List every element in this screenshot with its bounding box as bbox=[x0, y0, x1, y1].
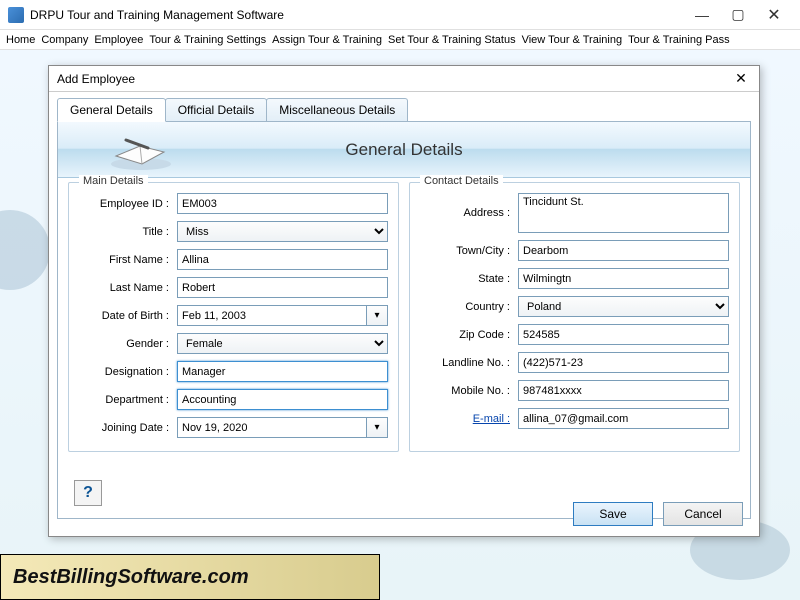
first-name-field[interactable] bbox=[177, 249, 388, 270]
banner-title: General Details bbox=[345, 140, 462, 160]
designation-field[interactable] bbox=[177, 361, 388, 382]
employee-id-label: Employee ID : bbox=[79, 198, 177, 210]
window-title: DRPU Tour and Training Management Softwa… bbox=[30, 8, 684, 22]
menu-set-tour-training-status[interactable]: Set Tour & Training Status bbox=[388, 34, 516, 46]
dialog-title: Add Employee bbox=[57, 72, 731, 86]
tab-general-details[interactable]: General Details bbox=[57, 98, 166, 122]
address-label: Address : bbox=[420, 207, 518, 219]
gender-label: Gender : bbox=[79, 338, 177, 350]
address-field[interactable]: Tincidunt St. bbox=[518, 193, 729, 233]
designation-label: Designation : bbox=[79, 366, 177, 378]
menubar: Home Company Employee Tour & Training Se… bbox=[0, 30, 800, 50]
close-button[interactable]: ✕ bbox=[756, 3, 792, 27]
question-icon: ? bbox=[83, 484, 93, 502]
department-field[interactable] bbox=[177, 389, 388, 410]
title-select[interactable]: Miss bbox=[177, 221, 388, 242]
menu-tour-training-pass[interactable]: Tour & Training Pass bbox=[628, 34, 730, 46]
menu-view-tour-training[interactable]: View Tour & Training bbox=[522, 34, 622, 46]
last-name-field[interactable] bbox=[177, 277, 388, 298]
menu-home[interactable]: Home bbox=[6, 34, 35, 46]
dob-calendar-icon[interactable]: ▾ bbox=[366, 305, 388, 326]
town-field[interactable] bbox=[518, 240, 729, 261]
zip-label: Zip Code : bbox=[420, 329, 518, 341]
mobile-label: Mobile No. : bbox=[420, 385, 518, 397]
email-label[interactable]: E-mail : bbox=[420, 413, 518, 425]
joining-calendar-icon[interactable]: ▾ bbox=[366, 417, 388, 438]
maximize-button[interactable]: ▢ bbox=[720, 3, 756, 27]
add-employee-dialog: Add Employee ✕ General Details Official … bbox=[48, 65, 760, 537]
employee-id-field[interactable] bbox=[177, 193, 388, 214]
joining-date-field[interactable] bbox=[177, 417, 366, 438]
watermark: BestBillingSoftware.com bbox=[0, 554, 380, 600]
panel-banner: General Details bbox=[58, 122, 750, 178]
country-select[interactable]: Poland bbox=[518, 296, 729, 317]
department-label: Department : bbox=[79, 394, 177, 406]
mobile-field[interactable] bbox=[518, 380, 729, 401]
gender-select[interactable]: Female bbox=[177, 333, 388, 354]
first-name-label: First Name : bbox=[79, 254, 177, 266]
tab-strip: General Details Official Details Miscell… bbox=[57, 98, 751, 122]
background-decoration bbox=[0, 210, 50, 290]
country-label: Country : bbox=[420, 301, 518, 313]
email-field[interactable] bbox=[518, 408, 729, 429]
state-label: State : bbox=[420, 273, 518, 285]
town-label: Town/City : bbox=[420, 245, 518, 257]
contact-details-group: Contact Details Address : Tincidunt St. … bbox=[409, 182, 740, 452]
landline-field[interactable] bbox=[518, 352, 729, 373]
main-details-group: Main Details Employee ID : Title : Miss … bbox=[68, 182, 399, 452]
menu-assign-tour-training[interactable]: Assign Tour & Training bbox=[272, 34, 382, 46]
tab-panel: General Details Main Details Employee ID… bbox=[57, 121, 751, 519]
save-button[interactable]: Save bbox=[573, 502, 653, 526]
cancel-button[interactable]: Cancel bbox=[663, 502, 743, 526]
workspace: Add Employee ✕ General Details Official … bbox=[0, 50, 800, 600]
titlebar: DRPU Tour and Training Management Softwa… bbox=[0, 0, 800, 30]
dob-label: Date of Birth : bbox=[79, 310, 177, 322]
dialog-close-button[interactable]: ✕ bbox=[731, 70, 751, 87]
tab-official-details[interactable]: Official Details bbox=[165, 98, 267, 122]
menu-employee[interactable]: Employee bbox=[94, 34, 143, 46]
main-details-legend: Main Details bbox=[79, 175, 148, 187]
help-button[interactable]: ? bbox=[74, 480, 102, 506]
menu-company[interactable]: Company bbox=[41, 34, 88, 46]
contact-details-legend: Contact Details bbox=[420, 175, 503, 187]
state-field[interactable] bbox=[518, 268, 729, 289]
dialog-titlebar: Add Employee ✕ bbox=[49, 66, 759, 92]
dob-field[interactable] bbox=[177, 305, 366, 326]
menu-tour-training-settings[interactable]: Tour & Training Settings bbox=[149, 34, 266, 46]
joining-date-label: Joining Date : bbox=[79, 422, 177, 434]
title-label: Title : bbox=[79, 226, 177, 238]
app-icon bbox=[8, 7, 24, 23]
zip-field[interactable] bbox=[518, 324, 729, 345]
dialog-buttons: Save Cancel bbox=[573, 502, 743, 526]
last-name-label: Last Name : bbox=[79, 282, 177, 294]
landline-label: Landline No. : bbox=[420, 357, 518, 369]
watermark-text: BestBillingSoftware.com bbox=[13, 566, 249, 589]
minimize-button[interactable]: — bbox=[684, 3, 720, 27]
tab-miscellaneous-details[interactable]: Miscellaneous Details bbox=[266, 98, 408, 122]
notebook-icon bbox=[106, 128, 176, 172]
